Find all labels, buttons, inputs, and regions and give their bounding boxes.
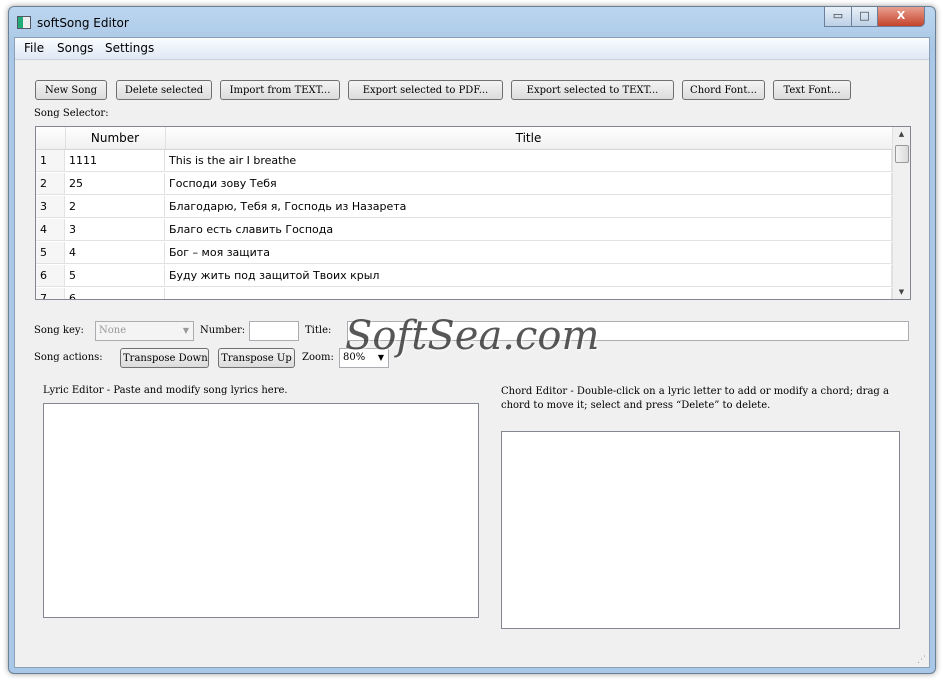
- menu-bar: File Songs Settings: [15, 38, 929, 60]
- table-row[interactable]: 3 2 Благодарю, Тебя я, Господь из Назаре…: [36, 196, 892, 219]
- row-number[interactable]: 2: [36, 173, 65, 195]
- row-number[interactable]: 6: [36, 265, 65, 287]
- song-number-cell[interactable]: 6: [65, 288, 165, 299]
- new-song-button[interactable]: New Song: [35, 80, 107, 100]
- table-row[interactable]: 4 3 Благо есть славить Господа: [36, 219, 892, 242]
- text-font-button[interactable]: Text Font...: [773, 80, 851, 100]
- row-number[interactable]: 1: [36, 150, 65, 172]
- scrollbar-thumb[interactable]: [895, 145, 909, 163]
- row-number[interactable]: 7: [36, 288, 65, 299]
- main-panel: File Songs Settings New Song Delete sele…: [14, 37, 930, 668]
- table-header: Number Title: [36, 127, 893, 150]
- table-row[interactable]: 5 4 Бог – моя защита: [36, 242, 892, 265]
- scroll-down-icon[interactable]: ▼: [893, 288, 910, 296]
- delete-selected-button[interactable]: Delete selected: [116, 80, 212, 100]
- song-title-cell[interactable]: This is the air I breathe: [165, 150, 892, 172]
- title-label: Title:: [305, 325, 332, 336]
- lyric-editor-label: Lyric Editor - Paste and modify song lyr…: [43, 385, 288, 396]
- song-actions-label: Song actions:: [34, 352, 103, 363]
- table-row[interactable]: 1 1111 This is the air I breathe: [36, 150, 892, 173]
- song-number-cell[interactable]: 4: [65, 242, 165, 264]
- chord-editor[interactable]: [501, 431, 900, 629]
- zoom-label: Zoom:: [302, 352, 334, 363]
- transpose-up-button[interactable]: Transpose Up: [218, 348, 295, 368]
- song-title-cell[interactable]: Буду жить под защитой Твоих крыл: [165, 265, 892, 287]
- zoom-select[interactable]: 80% ▼: [339, 348, 389, 368]
- maximize-icon: □: [859, 9, 870, 22]
- window-title: softSong Editor: [37, 16, 129, 30]
- song-number-cell[interactable]: 3: [65, 219, 165, 241]
- import-text-button[interactable]: Import from TEXT...: [220, 80, 340, 100]
- song-key-value: None: [99, 325, 127, 336]
- row-number-header: [36, 127, 66, 149]
- song-title-cell[interactable]: Бог – моя защита: [165, 242, 892, 264]
- table-row[interactable]: 7 6: [36, 288, 892, 299]
- table-row[interactable]: 2 25 Господи зову Тебя: [36, 173, 892, 196]
- column-header-title[interactable]: Title: [165, 127, 893, 149]
- number-input[interactable]: [249, 321, 299, 341]
- maximize-button[interactable]: □: [851, 7, 878, 27]
- chevron-down-icon: ▼: [182, 326, 189, 335]
- song-number-cell[interactable]: 2: [65, 196, 165, 218]
- number-label: Number:: [200, 325, 246, 336]
- close-button[interactable]: X: [877, 7, 925, 27]
- column-header-number[interactable]: Number: [65, 127, 166, 149]
- lyric-editor[interactable]: [43, 403, 479, 618]
- chevron-down-icon: ▼: [377, 353, 384, 362]
- song-number-cell[interactable]: 1111: [65, 150, 165, 172]
- row-number[interactable]: 3: [36, 196, 65, 218]
- export-pdf-button[interactable]: Export selected to PDF...: [348, 80, 503, 100]
- row-number[interactable]: 5: [36, 242, 65, 264]
- table-scrollbar[interactable]: ▲ ▼: [892, 127, 910, 299]
- row-number[interactable]: 4: [36, 219, 65, 241]
- menu-settings[interactable]: Settings: [105, 41, 154, 55]
- resize-grip-icon[interactable]: ⋰: [917, 655, 926, 665]
- song-number-cell[interactable]: 5: [65, 265, 165, 287]
- chord-font-button[interactable]: Chord Font...: [682, 80, 765, 100]
- minimize-button[interactable]: ▭: [824, 7, 852, 27]
- scroll-up-icon[interactable]: ▲: [893, 130, 910, 138]
- transpose-down-button[interactable]: Transpose Down: [120, 348, 209, 368]
- title-bar: softSong Editor ▭ □ X: [9, 7, 935, 37]
- song-number-cell[interactable]: 25: [65, 173, 165, 195]
- song-key-select[interactable]: None ▼: [95, 321, 194, 341]
- chord-editor-label: Chord Editor - Double-click on a lyric l…: [501, 386, 889, 411]
- song-table[interactable]: Number Title 1 1111 This is the air I br…: [35, 126, 911, 300]
- song-key-label: Song key:: [34, 325, 84, 336]
- song-title-cell[interactable]: Господи зову Тебя: [165, 173, 892, 195]
- app-icon: [17, 16, 31, 29]
- minimize-icon: ▭: [832, 9, 844, 22]
- song-title-cell[interactable]: Благо есть славить Господа: [165, 219, 892, 241]
- close-icon: X: [896, 9, 906, 22]
- menu-file[interactable]: File: [24, 41, 44, 55]
- song-title-cell[interactable]: [165, 288, 892, 299]
- export-text-button[interactable]: Export selected to TEXT...: [511, 80, 674, 100]
- table-row[interactable]: 6 5 Буду жить под защитой Твоих крыл: [36, 265, 892, 288]
- zoom-value: 80%: [343, 352, 366, 363]
- app-window: softSong Editor ▭ □ X File Songs Setting…: [8, 6, 936, 674]
- song-title-cell[interactable]: Благодарю, Тебя я, Господь из Назарета: [165, 196, 892, 218]
- title-input[interactable]: [347, 321, 909, 341]
- song-selector-label: Song Selector:: [34, 108, 109, 119]
- menu-songs[interactable]: Songs: [57, 41, 93, 55]
